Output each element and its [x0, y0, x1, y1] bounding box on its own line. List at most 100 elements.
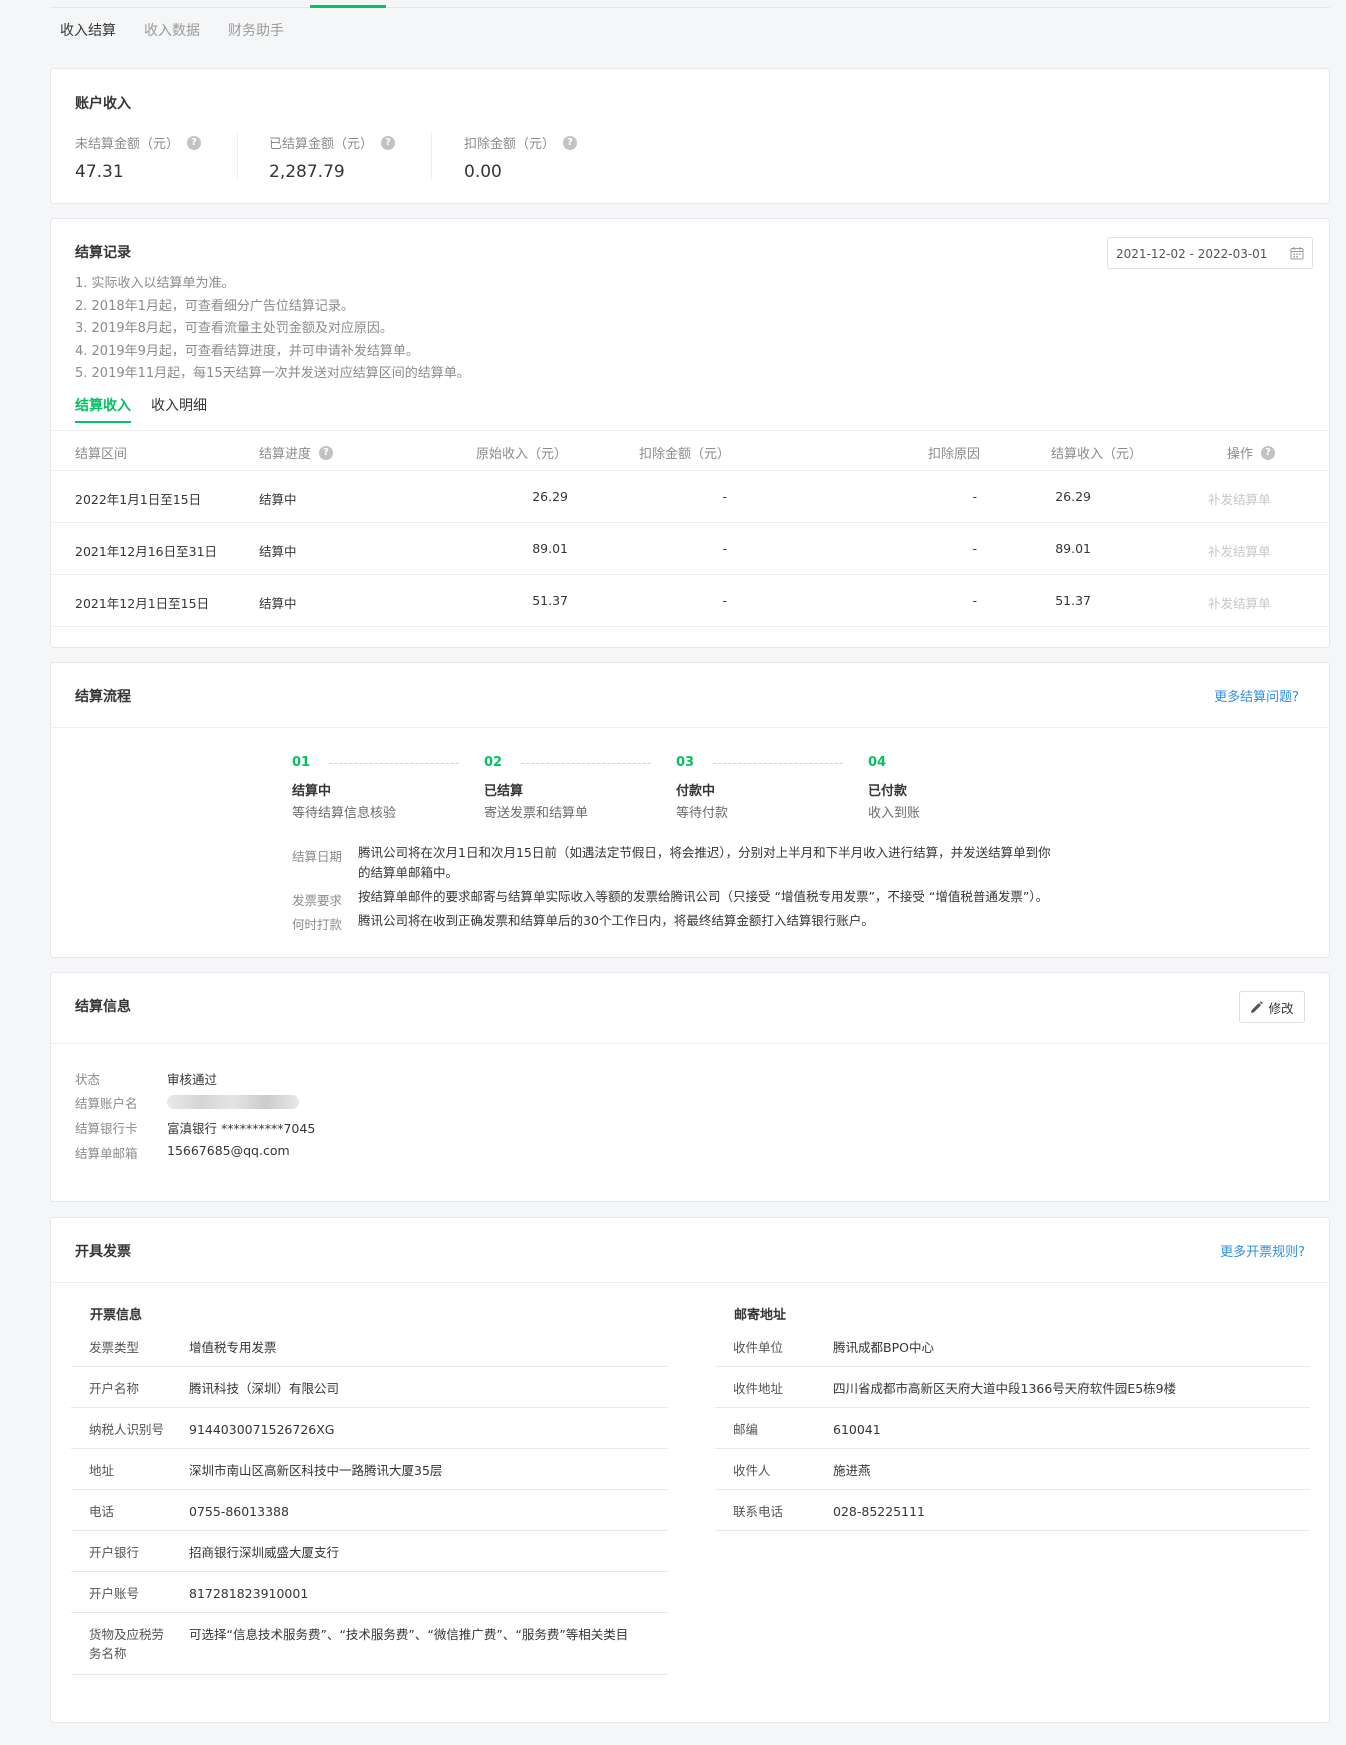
more-invoice-rules-link[interactable]: 更多开票规则? — [1220, 1241, 1305, 1260]
table-row: 2022年1月1日至15日 结算中 26.29 - - 26.29 补发结算单 — [51, 471, 1329, 523]
cell-original: 26.29 — [532, 489, 568, 504]
more-settlement-questions-link[interactable]: 更多结算问题? — [1214, 686, 1299, 705]
info-value-email: 15667685@qq.com — [167, 1143, 290, 1158]
tab-income-data[interactable]: 收入数据 — [144, 20, 200, 40]
stat-deducted-value: 0.00 — [464, 162, 502, 182]
invoice-info-row: 开户银行 招商银行深圳威盛大厦支行 — [71, 1531, 667, 1572]
edit-button[interactable]: 修改 — [1239, 991, 1305, 1023]
reissue-statement-button[interactable]: 补发结算单 — [1208, 541, 1271, 560]
step-title: 付款中 — [676, 784, 716, 799]
invoice-info-row: 纳税人识别号 9144030071526726XG — [71, 1408, 667, 1449]
invoice-info-row: 发票类型 增值税专用发票 — [71, 1326, 667, 1367]
invoice-info-key: 货物及应税劳务名称 — [89, 1627, 165, 1661]
flow-detail-line: 腾讯公司将在次月1日和次月15日前（如遇法定节假日，将会推迟），分别对上半月和下… — [358, 845, 1051, 860]
pencil-icon — [1251, 1000, 1264, 1013]
note-item: 1. 实际收入以结算单为准。 — [75, 276, 235, 291]
note-item: 3. 2019年8月起，可查看流量主处罚金额及对应原因。 — [75, 321, 393, 336]
cell-deducted: - — [722, 593, 727, 608]
mail-address-value: 四川省成都市高新区天府大道中段1366号天府软件园E5栋9楼 — [833, 1381, 1177, 1396]
reissue-statement-button[interactable]: 补发结算单 — [1208, 489, 1271, 508]
step-number: 04 — [868, 755, 887, 770]
stat-settled-label: 已结算金额（元） — [269, 137, 374, 152]
cell-period: 2021年12月1日至15日 — [75, 596, 210, 611]
cell-original: 51.37 — [532, 593, 568, 608]
mail-address-row: 邮编 610041 — [715, 1408, 1310, 1449]
invoice-title: 开具发票 — [75, 1244, 131, 1260]
step-number: 02 — [484, 755, 503, 770]
subtab-settled-income[interactable]: 结算收入 — [75, 395, 131, 415]
cell-reason: - — [972, 593, 977, 608]
invoice-info-value: 腾讯科技（深圳）有限公司 — [189, 1381, 340, 1396]
tab-finance-assistant[interactable]: 财务助手 — [228, 20, 284, 40]
flow-detail-key: 何时打款 — [292, 917, 343, 932]
reissue-statement-button[interactable]: 补发结算单 — [1208, 593, 1271, 612]
stat-unsettled-value: 47.31 — [75, 162, 124, 182]
invoice-info-value: 0755-86013388 — [189, 1504, 289, 1519]
cell-deducted: - — [722, 541, 727, 556]
info-value-bank: 富滇银行 **********7045 — [167, 1121, 316, 1136]
mail-address-row: 联系电话 028-85225111 — [715, 1490, 1310, 1531]
step-number: 03 — [676, 755, 695, 770]
invoice-info-key: 电话 — [89, 1504, 115, 1519]
mail-address-value: 028-85225111 — [833, 1504, 925, 1519]
card-header-divider — [51, 727, 1329, 728]
help-icon[interactable]: ? — [381, 135, 396, 150]
invoice-info-value: 增值税专用发票 — [189, 1340, 277, 1355]
mail-address-key: 收件人 — [733, 1463, 771, 1478]
card-header-divider — [51, 1282, 1329, 1283]
col-header-action-label: 操作 — [1227, 447, 1254, 462]
step-connector — [521, 763, 651, 764]
step-title: 结算中 — [292, 784, 332, 799]
invoice-info-value: 招商银行深圳威盛大厦支行 — [189, 1545, 340, 1560]
subtab-income-detail[interactable]: 收入明细 — [151, 395, 207, 415]
step-connector — [713, 763, 843, 764]
col-header-progress: 结算进度? — [259, 443, 334, 462]
cell-settled: 26.29 — [1055, 489, 1091, 504]
tab-income-settlement[interactable]: 收入结算 — [60, 20, 116, 40]
step-title: 已付款 — [868, 784, 908, 799]
flow-detail-line: 的结算单邮箱中。 — [358, 865, 459, 880]
account-income-card: 账户收入 未结算金额（元）? 47.31 已结算金额（元）? 2,287.79 … — [50, 68, 1330, 204]
help-icon[interactable]: ? — [1261, 445, 1276, 460]
stat-divider — [237, 133, 238, 179]
step-desc: 等待结算信息核验 — [292, 806, 397, 821]
settlement-records-card: 结算记录 2021-12-02 - 2022-03-01 1. 实际收入以结算单… — [50, 218, 1330, 648]
info-value-status: 审核通过 — [167, 1072, 218, 1087]
settlement-notes: 1. 实际收入以结算单为准。 2. 2018年1月起，可查看细分广告位结算记录。… — [75, 273, 470, 386]
stat-unsettled-label: 未结算金额（元） — [75, 137, 180, 152]
help-icon[interactable]: ? — [187, 135, 202, 150]
mail-address-row: 收件单位 腾讯成都BPO中心 — [715, 1326, 1310, 1367]
invoice-info-key: 地址 — [89, 1463, 115, 1478]
invoice-info-key: 纳税人识别号 — [89, 1422, 165, 1437]
invoice-info-key: 发票类型 — [89, 1340, 140, 1355]
invoice-info-row: 电话 0755-86013388 — [71, 1490, 667, 1531]
settlement-flow-card: 结算流程 更多结算问题? 01 结算中 等待结算信息核验 02 已结算 寄送发票… — [50, 662, 1330, 958]
mail-address-key: 联系电话 — [733, 1504, 784, 1519]
col-header-action: 操作? — [1227, 443, 1276, 462]
nav-active-indicator — [310, 5, 386, 8]
table-row: 2021年12月16日至31日 结算中 89.01 - - 89.01 补发结算… — [51, 523, 1329, 575]
settlement-flow-title: 结算流程 — [75, 689, 131, 705]
stat-unsettled: 未结算金额（元）? 47.31 — [75, 133, 202, 182]
stat-settled: 已结算金额（元）? 2,287.79 — [269, 133, 396, 182]
step-title: 已结算 — [484, 784, 524, 799]
mail-address-row: 收件地址 四川省成都市高新区天府大道中段1366号天府软件园E5栋9楼 — [715, 1367, 1310, 1408]
help-icon[interactable]: ? — [319, 445, 334, 460]
flow-detail-key: 结算日期 — [292, 849, 343, 864]
step-desc: 寄送发票和结算单 — [484, 806, 589, 821]
date-range-picker[interactable]: 2021-12-02 - 2022-03-01 — [1107, 237, 1313, 269]
invoice-info-row: 开户名称 腾讯科技（深圳）有限公司 — [71, 1367, 667, 1408]
help-icon[interactable]: ? — [563, 135, 578, 150]
stat-deducted: 扣除金额（元）? 0.00 — [464, 133, 578, 182]
invoice-info-key: 开户账号 — [89, 1586, 140, 1601]
mail-address-key: 收件地址 — [733, 1381, 784, 1396]
col-header-settled: 结算收入（元） — [1051, 447, 1143, 462]
invoice-info-row: 开户账号 817281823910001 — [71, 1572, 667, 1613]
invoice-info-value: 9144030071526726XG — [189, 1422, 335, 1437]
col-header-deducted: 扣除金额（元） — [639, 447, 731, 462]
flow-detail-value: 腾讯公司将在收到正确发票和结算单后的30个工作日内，将最终结算金额打入结算银行账… — [358, 913, 874, 928]
invoice-info-row: 货物及应税劳务名称 可选择“信息技术服务费”、“技术服务费”、“微信推广费”、“服… — [71, 1613, 667, 1675]
cell-status: 结算中 — [259, 492, 297, 507]
stat-divider — [431, 133, 432, 179]
settlement-records-title: 结算记录 — [75, 245, 131, 261]
